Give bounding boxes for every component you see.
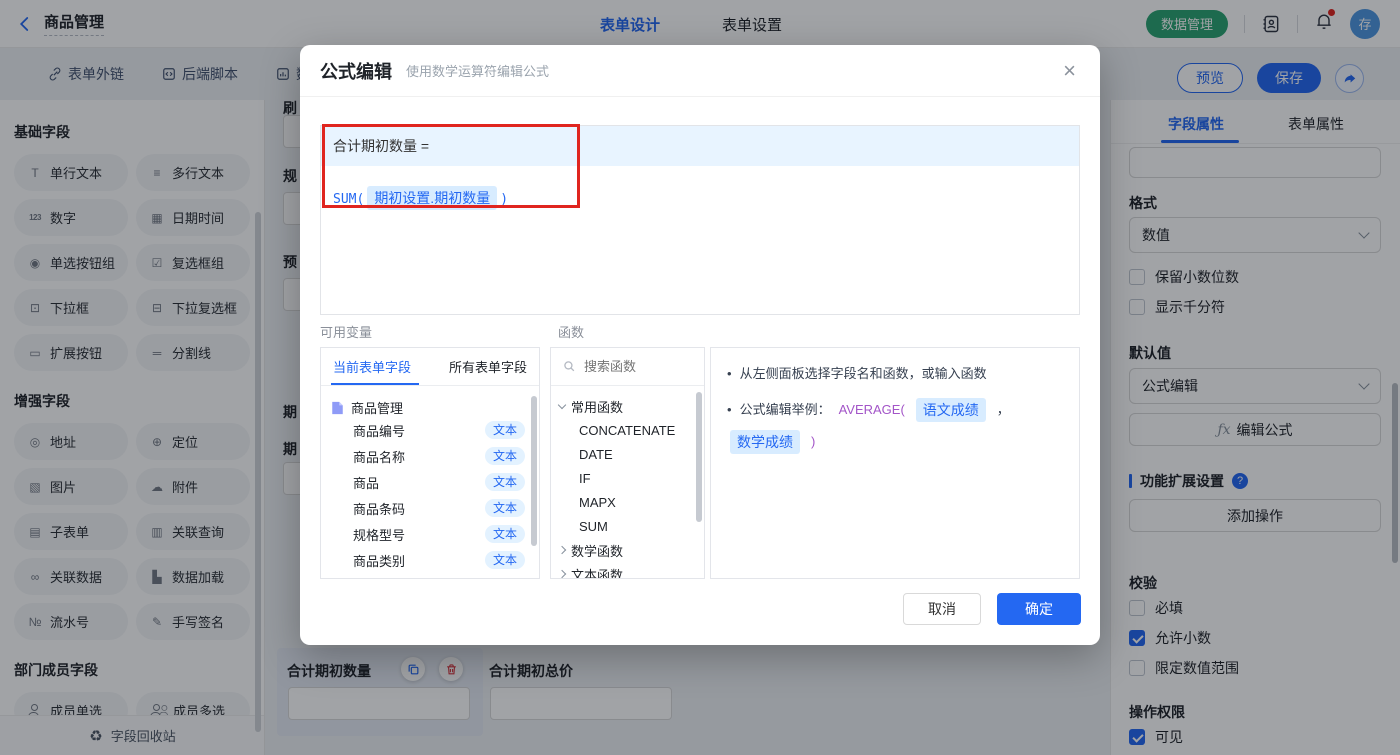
functions-caption: 函数 (558, 325, 585, 340)
active-tab-indicator (331, 383, 419, 385)
function-item[interactable]: MAPX (551, 490, 704, 514)
variable-row[interactable]: 商品 文本 (321, 469, 539, 495)
help-panel: • 从左侧面板选择字段名和函数，或输入函数 • 公式编辑举例： AVERAGE(… (710, 347, 1080, 579)
comma: ， (996, 402, 1010, 417)
variable-row[interactable]: 商品条码 文本 (321, 495, 539, 521)
close-icon[interactable]: × (1063, 59, 1076, 82)
variable-row[interactable]: 商品名称 文本 (321, 443, 539, 469)
type-badge: 文本 (484, 421, 525, 439)
type-badge: 文本 (484, 447, 525, 465)
bullet-icon: • (727, 366, 732, 381)
function-group-math[interactable]: 数学函数 (551, 538, 704, 562)
bullet-icon: • (727, 402, 732, 417)
variables-caption: 可用变量 (320, 325, 373, 340)
type-badge: 文本 (484, 551, 525, 569)
cancel-button[interactable]: 取消 (903, 593, 981, 625)
dialog-subtitle: 使用数学运算符编辑公式 (406, 64, 550, 79)
confirm-button[interactable]: 确定 (997, 593, 1081, 625)
search-icon (564, 361, 575, 372)
help-example-prefix: 公式编辑举例： (739, 402, 831, 417)
example-close-paren: ) (811, 434, 816, 449)
function-item[interactable]: SUM (551, 514, 704, 538)
chevron-down-icon (557, 400, 567, 409)
search-input[interactable] (584, 359, 684, 374)
scrollbar-thumb[interactable] (531, 396, 537, 546)
field-token: 数学成绩 (730, 430, 800, 454)
scrollbar-thumb[interactable] (696, 392, 702, 522)
variable-row[interactable]: 规格型号 文本 (321, 521, 539, 547)
variables-tabs: 当前表单字段 所有表单字段 (321, 348, 539, 386)
chevron-right-icon (557, 545, 567, 555)
formula-close-paren: ) (500, 192, 509, 207)
function-group-text[interactable]: 文本函数 (551, 562, 704, 578)
help-text: 从左侧面板选择字段名和函数，或输入函数 (739, 366, 987, 381)
app-root: 商品管理 表单设计 表单设置 数据管理 存 表单外链 后端脚本 预览 保存 基础… (0, 0, 1400, 755)
function-item[interactable]: CONCATENATE (551, 418, 704, 442)
type-badge: 文本 (484, 525, 525, 543)
type-badge: 文本 (484, 473, 525, 491)
functions-panel: 常用函数 CONCATENATE DATE IF MAPX SUM 数学函数 文… (550, 347, 705, 579)
function-group-common[interactable]: 常用函数 (551, 394, 704, 418)
tab-all-form-fields[interactable]: 所有表单字段 (449, 357, 527, 376)
variable-row[interactable]: 商品类别 文本 (321, 547, 539, 573)
example-function: AVERAGE( (838, 402, 905, 417)
function-item[interactable]: DATE (551, 442, 704, 466)
variable-row[interactable]: 商品编号 文本 (321, 417, 539, 443)
tree-root-form[interactable]: 商品管理 (321, 386, 539, 417)
function-item[interactable]: IF (551, 466, 704, 490)
tab-current-form-fields[interactable]: 当前表单字段 (333, 357, 411, 376)
variables-panel: 当前表单字段 所有表单字段 商品管理 商品编号 文本 商品名称 文本 商品 文本 商品… (320, 347, 540, 579)
formula-edit-dialog: 公式编辑 使用数学运算符编辑公式 × 合计期初数量 = SUM(期初设置.期初数… (300, 45, 1100, 645)
formula-target: 合计期初数量 = (321, 126, 1079, 166)
dialog-title: 公式编辑 (320, 61, 392, 82)
formula-editor[interactable]: 合计期初数量 = SUM(期初设置.期初数量) (320, 125, 1080, 315)
function-search[interactable] (551, 348, 704, 386)
formula-function: SUM( (333, 192, 365, 207)
chevron-right-icon (557, 569, 567, 578)
field-token[interactable]: 期初设置.期初数量 (367, 186, 498, 210)
type-badge: 文本 (484, 499, 525, 517)
formula-expression[interactable]: SUM(期初设置.期初数量) (321, 166, 1079, 230)
field-token: 语文成绩 (915, 398, 986, 422)
document-icon (332, 401, 343, 414)
dialog-header: 公式编辑 使用数学运算符编辑公式 × (300, 45, 1100, 97)
